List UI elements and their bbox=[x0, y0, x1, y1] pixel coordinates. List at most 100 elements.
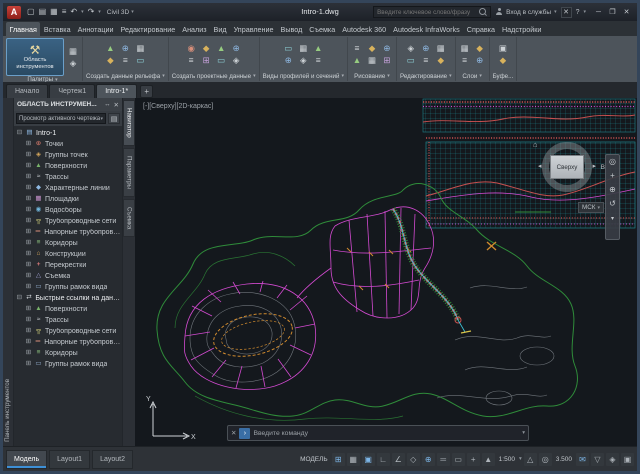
tree-item[interactable]: Водосборы bbox=[25, 205, 122, 216]
ribbon-tool-icon[interactable] bbox=[230, 43, 242, 54]
panel-label-layers[interactable]: Слои▾ bbox=[459, 71, 486, 81]
tree-item[interactable]: Поверхности bbox=[25, 304, 122, 315]
viewcube-rotate-left-icon[interactable] bbox=[538, 163, 542, 170]
transparency-icon[interactable] bbox=[452, 453, 465, 466]
tree-item[interactable]: Съемка bbox=[25, 271, 122, 282]
graphics-performance-icon[interactable] bbox=[606, 453, 619, 466]
expand-icon[interactable] bbox=[25, 196, 32, 203]
ribbon-tool-icon[interactable] bbox=[119, 55, 131, 66]
new-file-icon[interactable] bbox=[27, 8, 35, 16]
ribbon-tool-icon[interactable] bbox=[282, 55, 294, 66]
isodraft-icon[interactable] bbox=[407, 453, 420, 466]
panel-label-ground-data[interactable]: Создать данные рельефа▾ bbox=[86, 71, 165, 81]
ribbon-tool-icon[interactable] bbox=[185, 43, 197, 54]
layout-tab-layout1[interactable]: Layout1 bbox=[49, 450, 90, 469]
isolate-objects-icon[interactable] bbox=[591, 453, 604, 466]
ribbon-tool-icon[interactable] bbox=[185, 55, 197, 66]
tab-addins[interactable]: Надстройки bbox=[498, 22, 544, 36]
ucs-badge[interactable]: МСК ▾ bbox=[578, 202, 604, 213]
app-menu-button[interactable]: A bbox=[7, 6, 21, 19]
command-close-icon[interactable]: ✕ bbox=[231, 429, 236, 437]
tab-analyze[interactable]: Анализ bbox=[179, 22, 210, 36]
ribbon-tool-icon[interactable] bbox=[297, 55, 309, 66]
ribbon-tool-icon[interactable] bbox=[381, 43, 393, 54]
pan-icon[interactable] bbox=[610, 172, 615, 180]
tab-view[interactable]: Вид bbox=[210, 22, 230, 36]
tree-root-data-shortcuts[interactable]: Быстрые ссылки на данные bbox=[16, 293, 122, 304]
undo-icon[interactable] bbox=[70, 8, 77, 16]
tab-survey-palette[interactable]: Съемка bbox=[123, 199, 135, 237]
search-input[interactable] bbox=[377, 9, 477, 16]
expand-icon[interactable] bbox=[25, 361, 32, 368]
expand-icon[interactable] bbox=[25, 229, 32, 236]
viewcube-home-icon[interactable] bbox=[533, 140, 538, 149]
layout-tab-layout2[interactable]: Layout2 bbox=[92, 450, 133, 469]
collapse-icon[interactable] bbox=[16, 130, 23, 137]
panel-label-clipboard[interactable]: Буфе... bbox=[493, 71, 514, 81]
ribbon-tool-icon[interactable] bbox=[104, 43, 116, 54]
tree-item[interactable]: Коридоры bbox=[25, 238, 122, 249]
exchange-apps-icon[interactable]: ✕ bbox=[561, 7, 572, 18]
tree-item[interactable]: Трубопроводные сети bbox=[25, 216, 122, 227]
ribbon-tool-icon[interactable] bbox=[134, 55, 146, 66]
expand-icon[interactable] bbox=[25, 152, 32, 159]
ribbon-tool-icon[interactable] bbox=[497, 43, 509, 54]
expand-icon[interactable] bbox=[25, 273, 32, 280]
scale-dropdown-icon[interactable]: ▾ bbox=[519, 456, 522, 462]
annotation-visibility-icon[interactable] bbox=[482, 453, 495, 466]
help-search[interactable] bbox=[373, 6, 491, 18]
command-input[interactable]: Введите команду bbox=[253, 430, 519, 437]
ribbon-tool-icon[interactable] bbox=[134, 43, 146, 54]
tab-manage[interactable]: Управление bbox=[230, 22, 277, 36]
tab-prospector[interactable]: Навигатор bbox=[123, 100, 135, 146]
ribbon-tool-icon[interactable] bbox=[435, 43, 447, 54]
command-line[interactable]: ✕ Введите команду ▾ bbox=[227, 425, 529, 441]
tab-infraworks[interactable]: Autodesk InfraWorks bbox=[390, 22, 464, 36]
ribbon-tool-icon[interactable] bbox=[474, 43, 486, 54]
tree-item[interactable]: Коридоры bbox=[25, 348, 122, 359]
toolspace-properties-icon[interactable]: ↔ bbox=[104, 101, 111, 108]
expand-icon[interactable] bbox=[25, 339, 32, 346]
clean-screen-icon[interactable] bbox=[621, 453, 634, 466]
tab-modify[interactable]: Редактирование bbox=[117, 22, 179, 36]
expand-icon[interactable] bbox=[25, 251, 32, 258]
expand-icon[interactable] bbox=[25, 141, 32, 148]
search-icon[interactable] bbox=[479, 8, 487, 16]
close-button[interactable]: ✕ bbox=[620, 6, 633, 18]
grid-toggle-icon[interactable] bbox=[332, 453, 345, 466]
model-space-label[interactable]: МОДЕЛЬ bbox=[300, 456, 328, 463]
panel-label-modify[interactable]: Редактирование▾ bbox=[400, 71, 452, 81]
ribbon-tool-icon[interactable] bbox=[297, 43, 309, 54]
toolspace-toggle-button[interactable]: Область инструментов bbox=[6, 38, 64, 76]
tree-item[interactable]: Поверхности bbox=[25, 161, 122, 172]
ribbon-tool-icon[interactable] bbox=[366, 43, 378, 54]
ribbon-tool-icon[interactable] bbox=[351, 43, 363, 54]
expand-icon[interactable] bbox=[25, 185, 32, 192]
ribbon-tool-icon[interactable] bbox=[200, 55, 212, 66]
ribbon-tool-icon[interactable] bbox=[282, 43, 294, 54]
expand-icon[interactable] bbox=[25, 306, 32, 313]
ribbon-tool-icon[interactable] bbox=[200, 43, 212, 54]
tree-item[interactable]: Группы рамок вида bbox=[25, 359, 122, 370]
ribbon-tool-icon[interactable] bbox=[312, 55, 324, 66]
viewcube[interactable]: Сверху В bbox=[533, 140, 605, 202]
file-tab-drawing1[interactable]: Чертеж1 bbox=[49, 84, 95, 98]
zoom-icon[interactable] bbox=[609, 186, 616, 194]
expand-icon[interactable] bbox=[25, 328, 32, 335]
tab-home[interactable]: Главная bbox=[6, 22, 40, 36]
tree-item[interactable]: Характерные линии bbox=[25, 183, 122, 194]
ribbon-tool-icon[interactable] bbox=[230, 55, 242, 66]
file-tab-intro1[interactable]: Intro-1* bbox=[96, 84, 137, 98]
restore-button[interactable]: ❐ bbox=[606, 6, 619, 18]
panel-label-draw[interactable]: Рисование▾ bbox=[351, 71, 393, 81]
ribbon-tool-icon[interactable] bbox=[420, 43, 432, 54]
annotation-monitor-icon[interactable] bbox=[576, 453, 589, 466]
ribbon-tool-icon[interactable] bbox=[405, 55, 417, 66]
panel-label-design-data[interactable]: Создать проектные данные▾ bbox=[172, 71, 256, 81]
tab-annotate[interactable]: Аннотации bbox=[74, 22, 117, 36]
tree-root-drawing[interactable]: Intro-1 bbox=[16, 128, 122, 139]
tree-item[interactable]: Трубопроводные сети bbox=[25, 326, 122, 337]
annotation-scale-button[interactable]: 1:500 bbox=[497, 456, 517, 463]
toolspace-close-icon[interactable]: ✕ bbox=[114, 101, 119, 109]
signin-button[interactable]: Вход в службы ▾ bbox=[495, 8, 556, 16]
